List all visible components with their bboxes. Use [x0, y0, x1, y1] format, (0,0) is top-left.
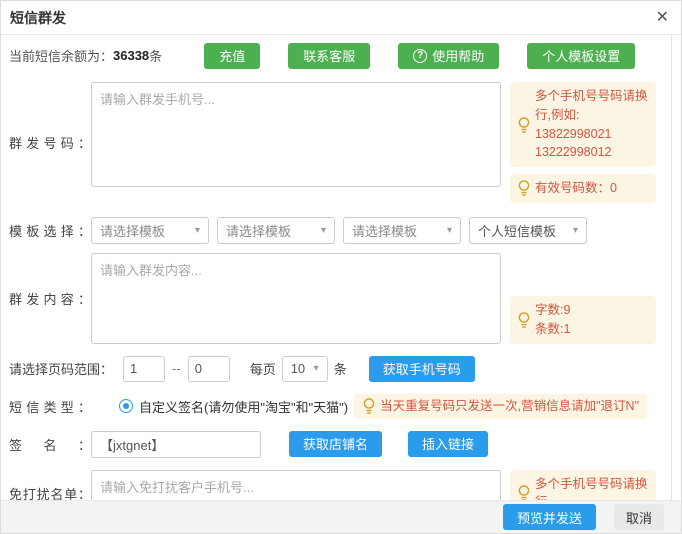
- chevron-down-icon: ▾: [447, 225, 452, 236]
- template-select-1[interactable]: 请选择模板▾: [91, 217, 209, 244]
- content-row: 群发内容： 字数:9 条数:1: [9, 253, 673, 344]
- dialog-body: 当前短信余额为：36338条 充值 联系客服 ? 使用帮助 个人模板设置 群发号…: [1, 35, 681, 518]
- question-circle-icon: ?: [413, 49, 427, 63]
- dedupe-tip-text: 当天重复号码只发送一次,营销信息请加"退订N": [380, 397, 639, 416]
- page-range-label: 请选择页码范围：: [9, 359, 113, 378]
- chevron-down-icon: ▾: [314, 363, 319, 374]
- balance-label: 当前短信余额为：: [9, 46, 113, 65]
- valid-count-tip-box: 有效号码数：0: [510, 174, 656, 203]
- preview-and-send-button[interactable]: 预览并发送: [503, 504, 596, 530]
- dedupe-tip-box: 当天重复号码只发送一次,营销信息请加"退订N": [354, 394, 647, 419]
- dialog-title: 短信群发: [10, 8, 66, 28]
- char-count-text: 字数:9 条数:1: [535, 301, 649, 339]
- contact-support-button[interactable]: 联系客服: [288, 43, 370, 69]
- custom-signature-radio[interactable]: [119, 399, 133, 413]
- insert-link-button[interactable]: 插入链接: [408, 431, 488, 457]
- chevron-down-icon: ▾: [573, 225, 578, 236]
- signature-input[interactable]: [91, 431, 261, 458]
- template-select-2[interactable]: 请选择模板▾: [217, 217, 335, 244]
- recipients-tips: 多个手机号号码请换行,例如: 13822998021 13222998012 有…: [510, 82, 656, 203]
- content-textarea[interactable]: [91, 253, 501, 344]
- bulb-icon: [517, 116, 531, 134]
- title-bar: 短信群发 ✕: [1, 1, 681, 35]
- help-button[interactable]: ? 使用帮助: [398, 43, 499, 69]
- per-page-label: 每页: [250, 359, 276, 378]
- page-to-input[interactable]: [188, 356, 230, 382]
- close-icon[interactable]: ✕: [656, 10, 669, 26]
- cancel-button[interactable]: 取消: [614, 504, 664, 530]
- template-row: 模板选择： 请选择模板▾ 请选择模板▾ 请选择模板▾ 个人短信模板▾: [9, 217, 673, 244]
- per-page-select[interactable]: 10▾: [282, 356, 328, 382]
- balance-value: 36338: [113, 48, 149, 63]
- page-range-row: 请选择页码范围： -- 每页 10▾ 条 获取手机号码: [9, 356, 673, 382]
- signature-row: 签名： 获取店铺名 插入链接: [9, 431, 673, 458]
- scrollbar-track[interactable]: [671, 35, 672, 500]
- bulb-icon: [517, 179, 531, 197]
- balance-row: 当前短信余额为：36338条 充值 联系客服 ? 使用帮助 个人模板设置: [9, 42, 673, 69]
- help-button-label: 使用帮助: [432, 46, 484, 65]
- sms-bulk-send-dialog: 短信群发 ✕ 当前短信余额为：36338条 充值 联系客服 ? 使用帮助 个人模…: [0, 0, 682, 534]
- personal-template-settings-button[interactable]: 个人模板设置: [527, 43, 635, 69]
- chevron-down-icon: ▾: [195, 225, 200, 236]
- char-count-tip-box: 字数:9 条数:1: [510, 296, 656, 344]
- sms-type-row: 短信类型： 自定义签名(请勿使用"淘宝"和"天猫") 当天重复号码只发送一次,营…: [9, 394, 673, 419]
- recipients-textarea[interactable]: [91, 82, 501, 187]
- bulb-icon: [362, 397, 376, 415]
- recipients-tip-box: 多个手机号号码请换行,例如: 13822998021 13222998012: [510, 82, 656, 167]
- balance-unit: 条: [149, 46, 162, 65]
- per-page-unit: 条: [334, 359, 347, 378]
- recipients-label: 群发号码：: [9, 133, 91, 152]
- content-label: 群发内容：: [9, 289, 91, 308]
- recharge-button[interactable]: 充值: [204, 43, 260, 69]
- recipients-row: 群发号码： 多个手机号号码请换行,例如: 13822998021 1322299…: [9, 82, 673, 203]
- chevron-down-icon: ▾: [321, 225, 326, 236]
- personal-template-select[interactable]: 个人短信模板▾: [469, 217, 587, 244]
- custom-signature-label: 自定义签名(请勿使用"淘宝"和"天猫"): [139, 397, 348, 416]
- template-select-3[interactable]: 请选择模板▾: [343, 217, 461, 244]
- sms-type-label: 短信类型：: [9, 397, 91, 416]
- page-from-input[interactable]: [123, 356, 165, 382]
- content-tips: 字数:9 条数:1: [510, 253, 656, 344]
- get-shop-name-button[interactable]: 获取店铺名: [289, 431, 382, 457]
- bulb-icon: [517, 311, 531, 329]
- valid-count-text: 有效号码数：0: [535, 179, 649, 198]
- template-label: 模板选择：: [9, 221, 91, 240]
- fetch-phone-numbers-button[interactable]: 获取手机号码: [369, 356, 475, 382]
- range-separator: --: [172, 361, 181, 376]
- signature-label: 签名：: [9, 435, 91, 454]
- recipients-tip-text: 多个手机号号码请换行,例如: 13822998021 13222998012: [535, 87, 649, 162]
- dialog-footer: 预览并发送 取消: [1, 500, 681, 533]
